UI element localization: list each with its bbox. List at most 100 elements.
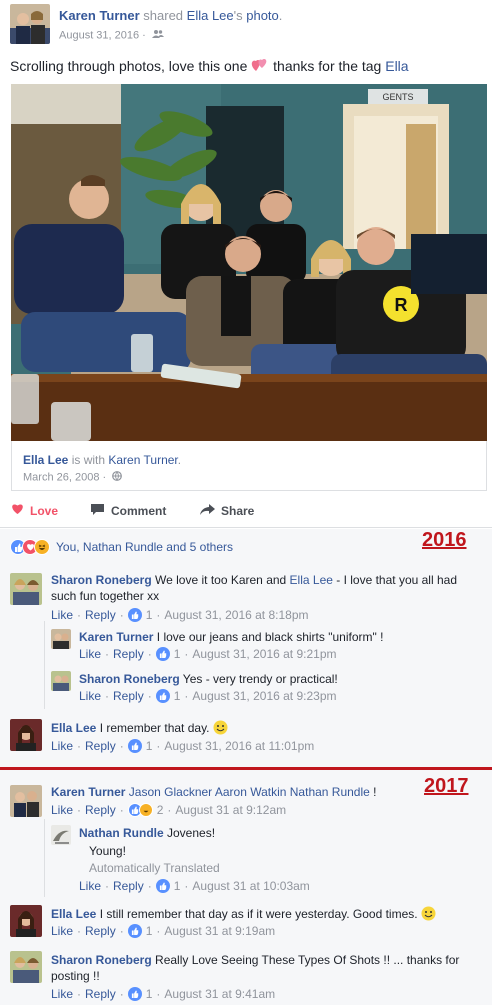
- share-button[interactable]: Share: [200, 503, 254, 519]
- comment-text: Nathan Rundle Jovenes!: [79, 825, 215, 841]
- reply-link[interactable]: Reply: [85, 608, 116, 622]
- globe-icon[interactable]: [112, 471, 123, 484]
- reply-link[interactable]: Reply: [113, 647, 144, 661]
- like-count[interactable]: 1: [174, 689, 181, 703]
- comment-time[interactable]: August 31 at 9:19am: [164, 924, 275, 938]
- smiley-icon: [421, 906, 436, 925]
- reaction-summary[interactable]: You, Nathan Rundle and 5 others: [10, 539, 233, 555]
- comment-time[interactable]: August 31 at 10:03am: [192, 879, 309, 893]
- audience-friends-icon[interactable]: [151, 29, 164, 42]
- commenter-avatar[interactable]: [10, 719, 42, 751]
- like-count-icon: [127, 739, 142, 753]
- comment-body: I remember that day.: [96, 721, 210, 735]
- like-count[interactable]: 1: [146, 924, 153, 938]
- commenter-name[interactable]: Sharon Roneberg: [51, 573, 152, 587]
- like-link[interactable]: Like: [51, 924, 73, 938]
- comment-time[interactable]: August 31, 2016 at 8:18pm: [164, 608, 308, 622]
- attribution-line: Ella Lee is with Karen Turner.: [23, 453, 181, 467]
- commenter-name[interactable]: Nathan Rundle: [79, 826, 164, 840]
- reply-link[interactable]: Reply: [113, 689, 144, 703]
- translation-text: Young!: [89, 844, 126, 858]
- comment-time[interactable]: August 31, 2016 at 9:23pm: [192, 689, 336, 703]
- gents-sign: GENTS: [382, 92, 413, 102]
- attribution-name-link[interactable]: Ella Lee: [23, 453, 68, 467]
- commenter-avatar[interactable]: [51, 671, 71, 691]
- like-link[interactable]: Like: [79, 689, 101, 703]
- translated-label[interactable]: Automatically Translated: [89, 860, 220, 877]
- comment-item: Karen Turner Jason Glackner Aaron Watkin…: [10, 783, 420, 819]
- commenter-name[interactable]: Karen Turner: [51, 785, 125, 799]
- like-link[interactable]: Like: [51, 803, 73, 817]
- smiley-icon: [213, 720, 228, 739]
- post-text-before: Scrolling through photos, love this one: [10, 58, 252, 74]
- commenter-name[interactable]: Sharon Roneberg: [51, 953, 152, 967]
- like-count[interactable]: 2: [157, 803, 164, 817]
- reply-link[interactable]: Reply: [85, 987, 116, 1001]
- like-link[interactable]: Like: [79, 879, 101, 893]
- like-count-icon: [155, 879, 170, 893]
- reply-link[interactable]: Reply: [85, 924, 116, 938]
- post-text: Scrolling through photos, love this one …: [10, 57, 409, 76]
- comment-time[interactable]: August 31 at 9:41am: [164, 987, 275, 1001]
- shared-object-link[interactable]: photo: [246, 8, 279, 23]
- comment-time[interactable]: August 31, 2016 at 9:21pm: [192, 647, 336, 661]
- like-link[interactable]: Like: [79, 647, 101, 661]
- attribution-date[interactable]: March 26, 2008 ·: [23, 471, 106, 483]
- commenter-avatar[interactable]: [10, 785, 42, 817]
- reaction-summary-text[interactable]: You, Nathan Rundle and 5 others: [56, 540, 233, 554]
- comment-body: I love our jeans and black shirts "unifo…: [153, 630, 384, 644]
- reply-thread-line: [44, 621, 45, 709]
- like-count[interactable]: 1: [146, 739, 153, 753]
- like-count-icon: [155, 689, 170, 703]
- commenter-avatar[interactable]: [10, 905, 42, 937]
- reply-link[interactable]: Reply: [113, 879, 144, 893]
- comment-time[interactable]: August 31, 2016 at 11:01pm: [164, 739, 314, 753]
- comment-item: Ella Lee I still remember that day as if…: [10, 905, 482, 941]
- comments-section: You, Nathan Rundle and 5 others 2016 Sha…: [0, 529, 492, 1005]
- reply-item: Sharon Roneberg Yes - very trendy or pra…: [51, 671, 481, 709]
- comment-item: Sharon Roneberg Really Love Seeing These…: [10, 951, 482, 1003]
- like-link[interactable]: Like: [51, 739, 73, 753]
- author-avatar[interactable]: [10, 4, 50, 44]
- like-link[interactable]: Like: [51, 987, 73, 1001]
- shared-from-link[interactable]: Ella Lee: [187, 8, 234, 23]
- post-date[interactable]: August 31, 2016 ·: [59, 29, 146, 41]
- commenter-name[interactable]: Ella Lee: [51, 907, 96, 921]
- comment-meta: Like · Reply · 1 · August 31 at 9:19am: [51, 924, 276, 938]
- shared-photo[interactable]: GENTS R: [11, 84, 487, 441]
- commenter-name[interactable]: Karen Turner: [79, 630, 153, 644]
- like-count[interactable]: 1: [174, 879, 181, 893]
- reply-link[interactable]: Reply: [85, 739, 116, 753]
- commenter-name[interactable]: Ella Lee: [51, 721, 96, 735]
- reply-link[interactable]: Reply: [85, 803, 116, 817]
- like-link[interactable]: Like: [51, 608, 73, 622]
- tagged-people-links[interactable]: Jason Glackner Aaron Watkin Nathan Rundl…: [125, 785, 370, 799]
- mention-link[interactable]: Ella Lee: [290, 573, 333, 587]
- mixed-reactions-icon: [127, 803, 153, 817]
- comment-time[interactable]: August 31 at 9:12am: [175, 803, 286, 817]
- like-count[interactable]: 1: [146, 608, 153, 622]
- comment-body: I still remember that day as if it were …: [96, 907, 418, 921]
- commenter-avatar[interactable]: [51, 825, 71, 845]
- author-name-link[interactable]: Karen Turner: [59, 8, 140, 23]
- comment-text: Ella Lee I remember that day.: [51, 720, 228, 739]
- commenter-avatar[interactable]: [10, 573, 42, 605]
- like-count[interactable]: 1: [174, 647, 181, 661]
- tag-link[interactable]: Ella: [385, 58, 408, 74]
- like-count[interactable]: 1: [146, 987, 153, 1001]
- share-label: Share: [221, 504, 255, 518]
- year-divider: [0, 767, 492, 770]
- comment-text: Ella Lee I still remember that day as if…: [51, 906, 436, 925]
- comment-item: Sharon Roneberg We love it too Karen and…: [10, 571, 482, 622]
- attribution-with-text: is with: [68, 453, 109, 467]
- comment-text: Karen Turner Jason Glackner Aaron Watkin…: [51, 784, 377, 800]
- comment-button[interactable]: Comment: [90, 503, 166, 519]
- post-meta: August 31, 2016 ·: [59, 29, 164, 42]
- commenter-avatar[interactable]: [51, 629, 71, 649]
- attribution-with-link[interactable]: Karen Turner: [108, 453, 177, 467]
- hearts-emoji-icon: [251, 57, 269, 76]
- comment-body: !: [369, 785, 377, 799]
- commenter-avatar[interactable]: [10, 951, 42, 983]
- love-button[interactable]: Love: [11, 503, 58, 518]
- commenter-name[interactable]: Sharon Roneberg: [79, 672, 180, 686]
